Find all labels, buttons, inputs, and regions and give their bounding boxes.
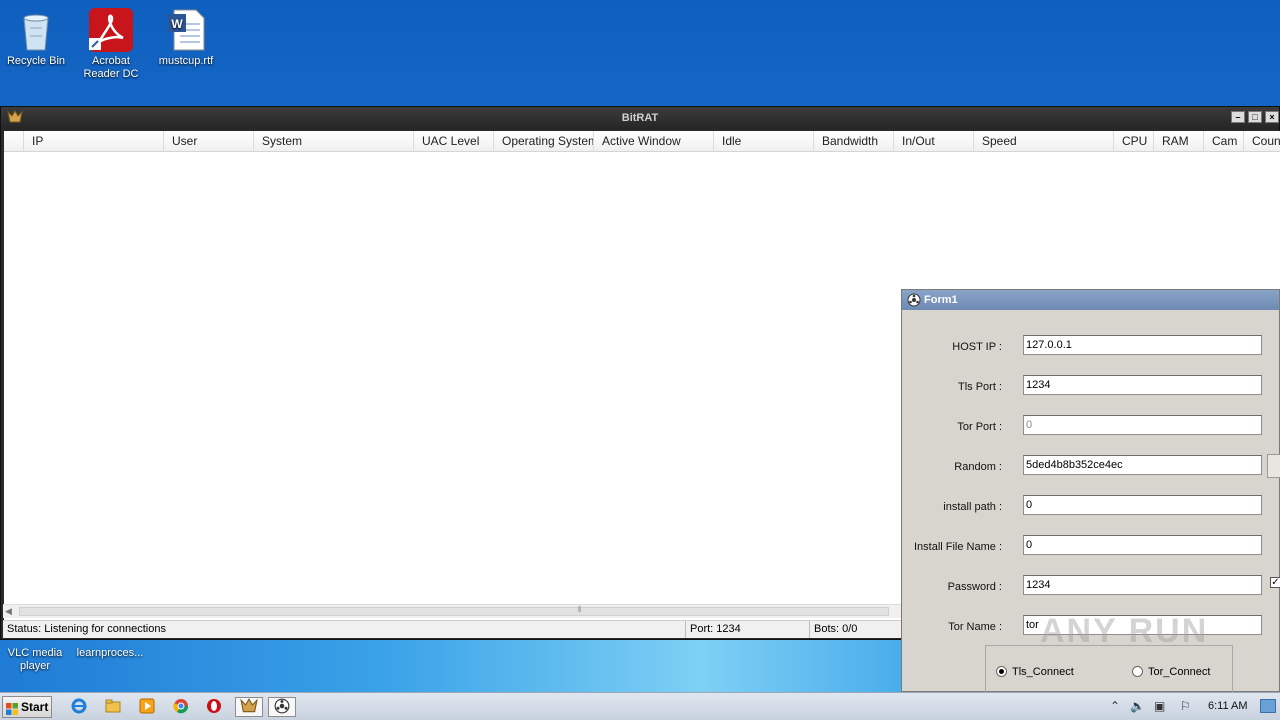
- taskbar-bitrat-button[interactable]: [235, 697, 263, 717]
- bitrat-icon: [240, 698, 258, 717]
- desktop-icon-label: mustcup.rtf: [158, 55, 214, 67]
- install-path-label: install path :: [943, 501, 1002, 513]
- maximize-button[interactable]: □: [1248, 111, 1262, 123]
- taskbar-explorer-button[interactable]: [102, 697, 124, 717]
- taskbar-opera-button[interactable]: [203, 697, 225, 717]
- start-button[interactable]: Start: [2, 696, 52, 718]
- radio-unchecked-icon: [1132, 666, 1143, 677]
- random-generate-button[interactable]: [1267, 454, 1280, 478]
- desktop-icon-label: Recycle Bin: [6, 55, 66, 67]
- recycle-bin-icon: [14, 8, 58, 52]
- taskbar-ie-button[interactable]: [68, 697, 90, 717]
- column-header-select[interactable]: [4, 131, 24, 152]
- scroll-grip-icon: ⦀: [578, 605, 582, 614]
- password-input[interactable]: 1234: [1023, 575, 1262, 595]
- taskbar-chrome-button[interactable]: [170, 697, 192, 717]
- tor-port-input[interactable]: 0: [1023, 415, 1262, 435]
- explorer-icon: [104, 699, 122, 718]
- taskbar-form1-button[interactable]: [268, 697, 296, 717]
- status-bots: Bots: 0/0: [809, 621, 901, 638]
- taskbar-clock[interactable]: 6:11 AM: [1208, 700, 1248, 712]
- volume-icon[interactable]: 🔈: [1130, 699, 1145, 713]
- tor-connect-label: Tor_Connect: [1148, 666, 1211, 678]
- radio-checked-icon: [996, 666, 1007, 677]
- form1-app-icon: [274, 698, 290, 717]
- password-checkbox[interactable]: ✓: [1270, 577, 1280, 588]
- tor-port-label: Tor Port :: [957, 421, 1002, 433]
- tls-connect-radio[interactable]: Tls_Connect: [996, 666, 1074, 678]
- bitrat-logo-icon: [7, 110, 23, 124]
- install-file-name-input[interactable]: 0: [1023, 535, 1262, 555]
- acrobat-icon: [89, 8, 133, 52]
- tor-name-label: Tor Name :: [948, 621, 1002, 633]
- column-header-idle[interactable]: Idle: [714, 131, 814, 152]
- client-list-header: IP User System UAC Level Operating Syste…: [4, 131, 1280, 152]
- tor-connect-radio[interactable]: Tor_Connect: [1132, 666, 1210, 678]
- install-file-name-label: Install File Name :: [913, 541, 1002, 553]
- anyrun-watermark: ANY RUN: [1040, 612, 1209, 650]
- desktop-icon-vlc[interactable]: VLC media player: [4, 647, 66, 673]
- taskbar: Start ⌃ 🔈 ▣ ⚐ 6:11 AM: [0, 692, 1280, 720]
- column-header-speed[interactable]: Speed: [974, 131, 1114, 152]
- tls-port-label: Tls Port :: [957, 381, 1002, 393]
- column-header-operating-system[interactable]: Operating System: [494, 131, 594, 152]
- desktop-icon-label: Acrobat Reader DC: [83, 55, 139, 80]
- host-ip-input[interactable]: 127.0.0.1: [1023, 335, 1262, 355]
- form1-titlebar[interactable]: Form1: [902, 290, 1279, 310]
- column-header-count[interactable]: Count: [1244, 131, 1280, 152]
- scroll-left-icon[interactable]: ◀: [5, 606, 12, 617]
- bitrat-title: BitRAT: [621, 112, 659, 124]
- close-button[interactable]: ×: [1265, 111, 1279, 123]
- random-label: Random :: [954, 461, 1002, 473]
- horizontal-scrollbar[interactable]: ◀ ⦀: [3, 604, 901, 618]
- start-label: Start: [21, 700, 49, 714]
- column-header-cam[interactable]: Cam: [1204, 131, 1244, 152]
- chrome-icon: [172, 699, 190, 718]
- install-path-input[interactable]: 0: [1023, 495, 1262, 515]
- tls-port-input[interactable]: 1234: [1023, 375, 1262, 395]
- form1-app-icon: [907, 293, 921, 307]
- taskbar-media-player-button[interactable]: [136, 697, 158, 717]
- opera-icon: [205, 699, 223, 718]
- form1-title: Form1: [924, 294, 958, 306]
- column-header-system[interactable]: System: [254, 131, 414, 152]
- word-doc-icon: W: [164, 8, 208, 52]
- action-center-flag-icon[interactable]: ⚐: [1180, 699, 1191, 713]
- windows-logo-icon: [6, 701, 18, 715]
- password-label: Password :: [947, 581, 1002, 593]
- column-header-ram[interactable]: RAM: [1154, 131, 1204, 152]
- column-header-user[interactable]: User: [164, 131, 254, 152]
- tray-expand-icon[interactable]: ⌃: [1110, 699, 1120, 713]
- ie-icon: [70, 698, 88, 718]
- connection-mode-group: Tls_Connect Tor_Connect: [985, 645, 1233, 695]
- desktop-icon-acrobat[interactable]: Acrobat Reader DC: [76, 8, 146, 81]
- host-ip-label: HOST IP :: [952, 341, 1002, 353]
- column-header-in-out[interactable]: In/Out: [894, 131, 974, 152]
- show-desktop-button[interactable]: [1260, 699, 1276, 713]
- svg-text:W: W: [171, 17, 183, 31]
- random-input[interactable]: 5ded4b8b352ce4ec: [1023, 455, 1262, 475]
- column-header-bandwidth[interactable]: Bandwidth: [814, 131, 894, 152]
- desktop-icon-learnprocess[interactable]: learnproces...: [72, 647, 148, 660]
- column-header-active-window[interactable]: Active Window: [594, 131, 714, 152]
- network-icon[interactable]: ▣: [1154, 699, 1165, 713]
- minimize-button[interactable]: –: [1231, 111, 1245, 123]
- bitrat-titlebar[interactable]: BitRAT – □ ×: [1, 107, 1279, 129]
- status-text: Status: Listening for connections: [7, 623, 166, 635]
- tls-connect-label: Tls_Connect: [1012, 666, 1074, 678]
- column-header-uac-level[interactable]: UAC Level: [414, 131, 494, 152]
- media-player-icon: [138, 698, 156, 718]
- desktop-icon-recycle-bin[interactable]: Recycle Bin: [1, 8, 71, 68]
- scrollbar-thumb[interactable]: [19, 607, 889, 616]
- desktop-icon-mustcup[interactable]: W mustcup.rtf: [151, 8, 221, 68]
- status-port: Port: 1234: [685, 621, 809, 638]
- status-bar: Status: Listening for connections Port: …: [3, 620, 901, 638]
- column-header-ip[interactable]: IP: [24, 131, 164, 152]
- column-header-cpu[interactable]: CPU: [1114, 131, 1154, 152]
